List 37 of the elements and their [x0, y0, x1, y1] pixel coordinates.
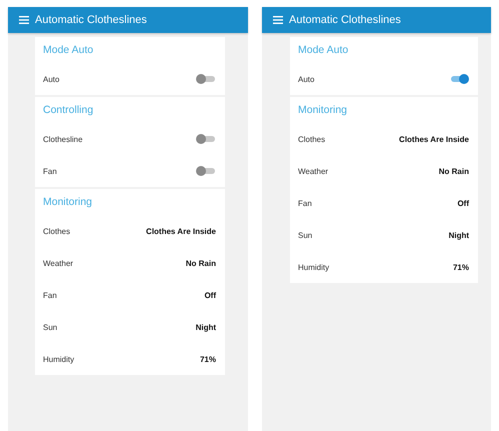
- row-label: Auto: [298, 74, 314, 84]
- section-heading: Monitoring: [297, 103, 348, 118]
- row-label: Fan: [43, 290, 57, 300]
- row-label: Humidity: [298, 262, 330, 272]
- row-label: Clothesline: [43, 134, 83, 144]
- toggle-switch[interactable]: [196, 74, 216, 84]
- row-label: Fan: [298, 198, 312, 208]
- toggle-switch[interactable]: [196, 166, 216, 176]
- row-value: 71%: [452, 262, 469, 272]
- section-heading: Monitoring: [42, 195, 94, 210]
- row-value: Clothes Are Inside: [146, 226, 216, 236]
- row-value: Night: [196, 322, 216, 332]
- row-value: Off: [457, 198, 469, 208]
- row-value: Night: [448, 230, 469, 240]
- section-heading: Controlling: [42, 103, 94, 118]
- row-label: Sun: [298, 230, 312, 240]
- row-label: Weather: [298, 166, 328, 176]
- row-value: No Rain: [186, 258, 216, 268]
- row-label: Clothes: [298, 134, 326, 144]
- row-label: Weather: [43, 258, 74, 268]
- row-value: 71%: [200, 354, 216, 364]
- row-label: Auto: [43, 74, 60, 84]
- menu-icon[interactable]: [273, 16, 283, 24]
- row-label: Clothes: [43, 226, 70, 236]
- toggle-switch[interactable]: [196, 134, 216, 144]
- row-value: Off: [204, 290, 216, 300]
- section-heading: Mode Auto: [42, 43, 94, 58]
- row-value: Clothes Are Inside: [399, 134, 469, 144]
- section-heading: Mode Auto: [297, 43, 350, 58]
- row-label: Humidity: [43, 354, 74, 364]
- toggle-switch[interactable]: [449, 74, 469, 84]
- row-value: No Rain: [438, 166, 469, 176]
- menu-icon[interactable]: [19, 16, 29, 24]
- app-title: Automatic Clotheslines: [289, 14, 401, 26]
- row-label: Sun: [43, 322, 58, 332]
- row-label: Fan: [43, 166, 57, 176]
- app-title: Automatic Clotheslines: [35, 14, 147, 26]
